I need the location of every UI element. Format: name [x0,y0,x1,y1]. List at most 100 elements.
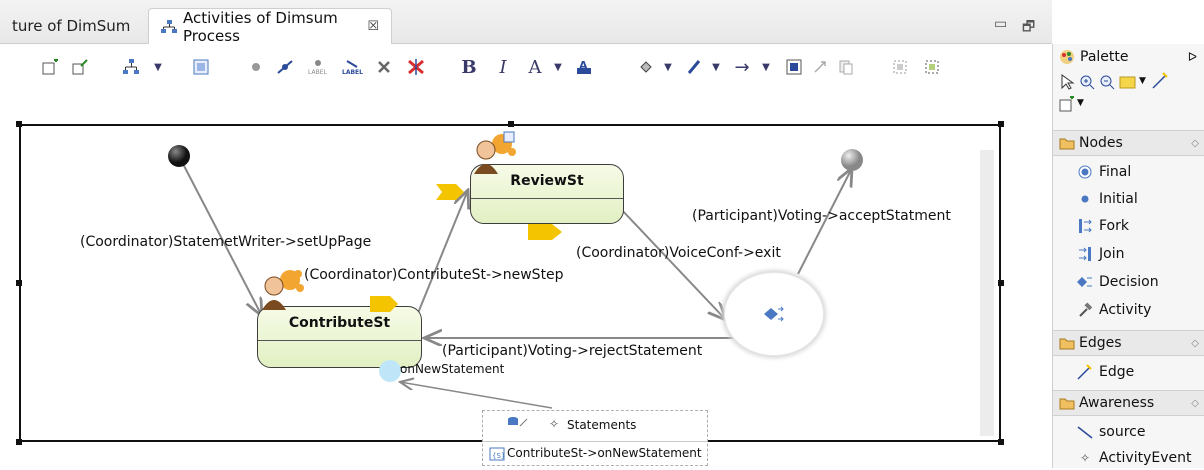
state-divider [471,198,623,199]
palette-item-fork[interactable]: Fork [1075,214,1129,238]
transition-label[interactable]: (Coordinator)StatemetWriter->setUpPage [80,234,371,250]
decision-icon [763,305,785,327]
select-tool-icon[interactable] [1059,74,1075,94]
connector-tool-icon[interactable] [1151,72,1169,94]
chevron-icon[interactable]: ◇ [1191,338,1199,349]
note-tool-icon[interactable] [1119,74,1137,94]
activity-event-icon: ✧ [1079,451,1091,465]
label-icon[interactable]: LABEL [306,56,330,78]
transition-label[interactable]: (Coordinator)ContributeSt->newStep [304,267,564,283]
drawer-nodes[interactable]: Nodes ◇ [1053,130,1204,156]
transition-label[interactable]: (Participant)Voting->rejectStatement [442,343,702,359]
bold-button[interactable]: B [460,56,478,78]
drawer-awareness[interactable]: Awareness ◇ [1053,390,1204,416]
dropdown-icon[interactable]: ▼ [758,56,774,78]
state-divider [258,340,421,341]
awareness-link [400,382,553,409]
final-node[interactable] [840,148,866,174]
tab-activities-of-dimsum-process[interactable]: Activities of Dimsum Process ☒ [148,8,392,45]
svg-text:LABEL: LABEL [308,69,327,75]
diagram-toolbar: ▼ LABEL LABEL B I A ▼ A ▼ ▼ → ▼ [0,44,1052,92]
fill-color-icon[interactable] [636,56,656,78]
event-label: onNewStatement [400,362,505,376]
source-line-icon [1075,424,1095,440]
palette-item-join[interactable]: Join [1075,242,1124,266]
delete-icon[interactable] [374,56,394,78]
palette-item-initial[interactable]: Initial [1075,187,1138,211]
palette-item-activity[interactable]: Activity [1075,298,1151,322]
copy-format-icon[interactable] [836,56,856,78]
palette-item-label: ActivityEvent [1099,450,1192,466]
chevron-icon[interactable]: ◇ [1191,398,1199,409]
drawer-edges[interactable]: Edges ◇ [1053,330,1204,356]
arrow-style-icon[interactable]: → [730,56,754,78]
palette-item-label: Edge [1099,364,1135,380]
database-icon [507,413,529,432]
font-color-button[interactable]: A [526,56,544,78]
tab-label: Activities of Dimsum Process [183,8,338,45]
line-color-icon[interactable] [684,56,704,78]
delete-from-model-icon[interactable] [404,56,428,78]
dot-icon[interactable] [248,56,264,78]
hammer-icon [1075,302,1095,318]
palette-item-label: Final [1099,164,1132,180]
svg-text:{S}: {S} [492,452,505,460]
zoom-out-icon[interactable] [1099,74,1115,94]
dropdown-icon[interactable]: ▼ [1077,98,1084,108]
artifact-title: Statements [567,418,637,432]
close-icon[interactable]: ☒ [367,19,379,34]
zoom-in-icon[interactable] [1079,74,1095,94]
hide-connector-icon[interactable] [274,56,296,78]
dropdown-icon[interactable]: ▼ [660,56,676,78]
folder-open-icon [1059,136,1075,150]
dropdown-icon[interactable]: ▼ [1139,76,1146,86]
zoom-fit-icon[interactable] [890,56,910,78]
dropdown-icon[interactable]: ▼ [150,56,166,78]
palette-item-decision[interactable]: Decision [1075,270,1159,294]
maximize-icon[interactable]: 🗗 [1022,16,1035,40]
diagram-canvas[interactable]: ReviewSt ContributeSt (Coordinator)State… [0,92,1052,468]
action-pointer-icon [528,224,562,240]
artifact-statements[interactable]: ✧ Statements {S} ContributeSt->onNewStat… [482,410,708,466]
drawer-label: Awareness [1079,395,1155,411]
user-role-icon [474,131,516,174]
label-bold-icon[interactable]: LABEL [340,56,364,78]
palette-item-edge[interactable]: Edge [1075,360,1134,384]
add-connector-icon[interactable] [70,56,92,78]
transition-label[interactable]: (Participant)Voting->acceptStatment [692,208,951,224]
artifact-item: ContributeSt->onNewStatement [507,446,702,460]
join-icon [1075,246,1095,262]
note-icon[interactable] [40,56,62,78]
edge-icon [1075,364,1095,380]
zoom-selection-icon[interactable] [922,56,942,78]
palette-item-source[interactable]: source [1075,420,1146,444]
arrange-icon[interactable] [120,56,142,78]
svg-text:A: A [579,59,588,72]
select-all-icon[interactable] [190,56,212,78]
initial-node[interactable] [167,144,193,170]
image-icon[interactable] [784,56,804,78]
folder-open-icon [1059,396,1075,410]
svg-text:LABEL: LABEL [342,69,363,75]
note-attachment-icon[interactable] [1059,95,1077,116]
italic-button[interactable]: I [494,56,512,78]
decision-node[interactable] [724,272,824,356]
chevron-icon[interactable]: ◇ [1191,138,1199,149]
palette-item-activityevent[interactable]: ✧ ActivityEvent [1075,446,1192,470]
tab-structure-of-dimsum[interactable]: ture of DimSum [0,8,148,44]
script-icon: {S} [489,446,505,465]
decision-icon [1075,275,1095,289]
collapse-palette-icon[interactable]: ᐅ [1188,50,1197,64]
minimize-icon[interactable]: ▭ [994,16,1007,32]
transition-label[interactable]: (Coordinator)VoiceConf->exit [576,245,781,261]
text-background-icon[interactable]: A [574,56,594,78]
dropdown-icon[interactable]: ▼ [550,56,566,78]
palette-item-final[interactable]: Final [1075,160,1131,184]
drawer-label: Edges [1079,335,1122,351]
dropdown-icon[interactable]: ▼ [708,56,724,78]
transition-contribute-to-review [415,190,468,319]
palette-item-label: Fork [1099,218,1129,234]
palette-icon [1059,49,1075,65]
pin-icon[interactable] [810,56,830,78]
event-port[interactable] [379,360,401,382]
